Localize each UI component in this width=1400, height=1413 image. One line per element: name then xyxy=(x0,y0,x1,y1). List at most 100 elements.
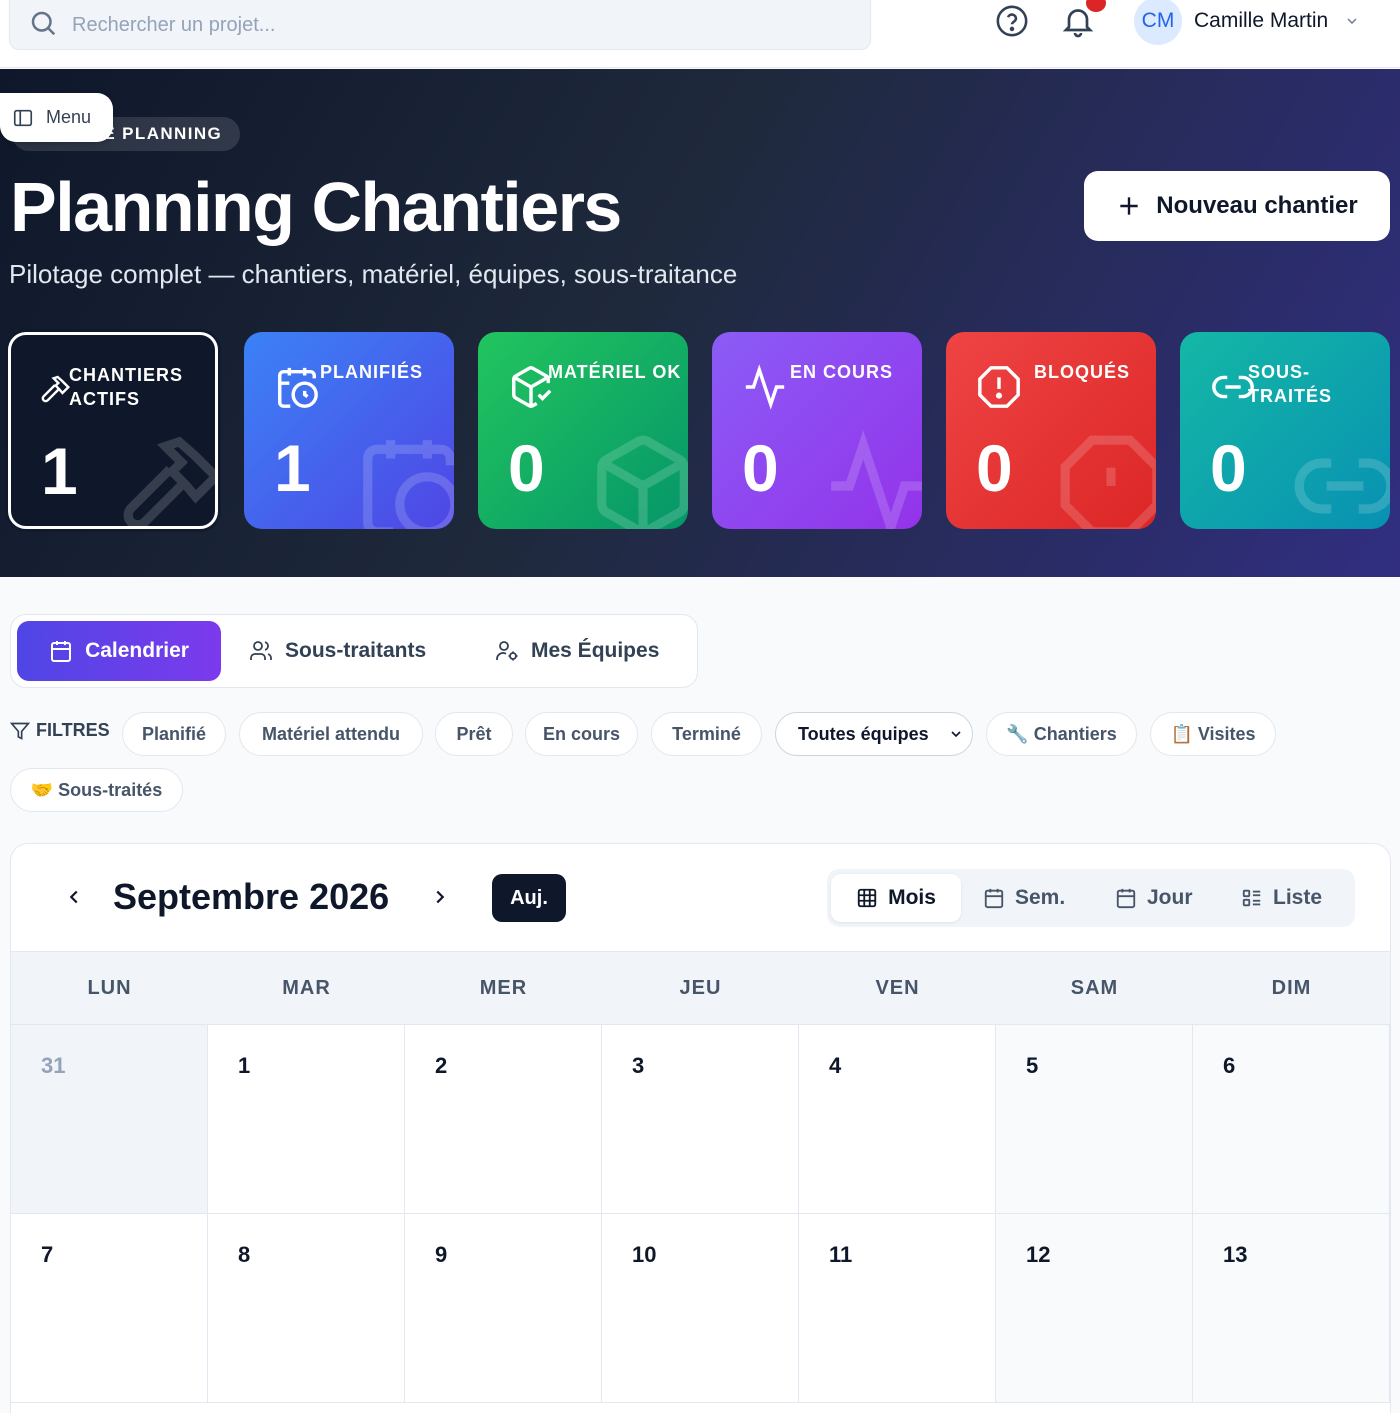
grid-icon xyxy=(857,888,877,908)
calendar-day-cell[interactable]: 8 xyxy=(208,1214,405,1403)
team-select[interactable]: Toutes équipes xyxy=(775,712,973,756)
user-cog-icon xyxy=(496,641,518,661)
stat-card-in-progress[interactable]: EN COURS 0 xyxy=(712,332,922,529)
calendar-day-cell[interactable]: 11 xyxy=(799,1214,996,1403)
view-day-button[interactable]: Jour xyxy=(1115,874,1193,922)
stat-card-planned[interactable]: PLANIFIÉS 1 xyxy=(244,332,454,529)
stat-value: 0 xyxy=(508,431,545,505)
tab-label: Mes Équipes xyxy=(531,639,660,662)
view-label: Jour xyxy=(1147,886,1193,909)
calendar-clock-icon xyxy=(278,367,318,408)
stat-label: PLANIFIÉS xyxy=(320,362,424,382)
stat-card-active[interactable]: CHANTIERS ACTIFS 1 xyxy=(8,332,218,529)
calendar-day-cell[interactable]: 7 xyxy=(11,1214,208,1403)
filters-text: FILTRES xyxy=(36,720,110,740)
package-icon xyxy=(597,435,688,529)
view-tabs: Calendrier Sous-traitants Mes Équipes xyxy=(10,614,698,688)
filter-chip-sites[interactable]: 🔧 Chantiers xyxy=(986,712,1137,756)
tab-calendar[interactable]: Calendrier xyxy=(17,621,221,681)
filter-icon xyxy=(10,722,30,740)
day-number: 6 xyxy=(1223,1053,1236,1078)
link-icon xyxy=(1294,458,1390,514)
menu-button[interactable]: Menu xyxy=(0,93,113,142)
month-title: Septembre 2026 xyxy=(113,876,390,917)
day-number: 8 xyxy=(238,1242,251,1267)
filter-chip-planned[interactable]: Planifié xyxy=(122,712,226,756)
weekday-label: VEN xyxy=(875,977,920,999)
calendar-day-cell[interactable]: 6 xyxy=(1193,1025,1390,1214)
page-subtitle: Pilotage complet — chantiers, matériel, … xyxy=(9,259,738,289)
calendar-day-cell[interactable]: 3 xyxy=(602,1025,799,1214)
calendar-clock-icon xyxy=(363,440,454,529)
calendar-icon xyxy=(51,641,72,662)
activity-icon xyxy=(745,364,785,410)
user-menu[interactable]: CM Camille Martin xyxy=(1134,0,1360,46)
hero-banner: MODULE PLANNING Menu Planning Chantiers … xyxy=(0,69,1400,577)
calendar-day-cell[interactable]: 12 xyxy=(996,1214,1193,1403)
calendar-day-cell[interactable]: 5 xyxy=(996,1025,1193,1214)
view-switcher: Mois Sem. Jour Liste xyxy=(827,869,1355,927)
view-week-button[interactable]: Sem. xyxy=(983,874,1065,922)
tab-label: Calendrier xyxy=(85,639,189,662)
calendar-icon xyxy=(984,888,1004,909)
users-icon xyxy=(250,641,272,660)
view-list-button[interactable]: Liste xyxy=(1241,874,1322,922)
filter-chip-material-pending[interactable]: Matériel attendu xyxy=(239,712,423,756)
filter-chip-subcontracted[interactable]: 🤝 Sous-traités xyxy=(10,768,183,812)
alert-octagon-icon xyxy=(978,366,1020,408)
stat-value: 1 xyxy=(41,434,78,508)
page-title: Planning Chantiers xyxy=(10,168,622,246)
calendar-day-cell[interactable]: 13 xyxy=(1193,1214,1390,1403)
calendar-day-cell[interactable]: 2 xyxy=(405,1025,602,1214)
weekday-label: DIM xyxy=(1271,977,1312,999)
calendar-day-cell[interactable]: 4 xyxy=(799,1025,996,1214)
day-number: 4 xyxy=(829,1053,842,1078)
filter-chip-done[interactable]: Terminé xyxy=(651,712,762,756)
calendar-day-cell[interactable]: 10 xyxy=(602,1214,799,1403)
day-number: 3 xyxy=(632,1053,645,1078)
day-number: 31 xyxy=(41,1053,66,1078)
filter-chip-ready[interactable]: Prêt xyxy=(435,712,513,756)
menu-label: Menu xyxy=(46,107,92,127)
tab-subcontractors[interactable]: Sous-traitants xyxy=(249,621,426,681)
calendar-day-cell[interactable]: 1 xyxy=(208,1025,405,1214)
calendar-day-cell[interactable]: 9 xyxy=(405,1214,602,1403)
chevron-down-icon xyxy=(951,731,961,738)
weekday-header: LUN MAR MER JEU VEN SAM DIM xyxy=(11,952,1390,1025)
help-button[interactable] xyxy=(995,4,1029,38)
search-input[interactable]: Rechercher un projet... xyxy=(72,14,275,37)
search-icon xyxy=(28,8,58,43)
top-bar: Rechercher un projet... CM Camille Marti… xyxy=(0,0,1400,68)
weekday-label: JEU xyxy=(679,977,722,999)
day-number: 1 xyxy=(238,1053,251,1078)
stat-value: 1 xyxy=(274,431,311,505)
view-label: Sem. xyxy=(1015,886,1066,909)
filter-chip-visits[interactable]: 📋 Visites xyxy=(1150,712,1276,756)
user-name: Camille Martin xyxy=(1194,9,1329,32)
chevron-right-icon[interactable] xyxy=(429,886,451,908)
view-month-button[interactable]: Mois xyxy=(831,874,961,922)
tab-teams[interactable]: Mes Équipes xyxy=(495,621,659,681)
day-number: 9 xyxy=(435,1242,448,1267)
hammer-icon xyxy=(123,436,215,526)
stat-card-blocked[interactable]: BLOQUÉS 0 xyxy=(946,332,1156,529)
weekday-label: MAR xyxy=(282,977,331,999)
calendar-day-cell[interactable]: 31 xyxy=(11,1025,208,1214)
day-number: 12 xyxy=(1026,1242,1051,1267)
today-button[interactable]: Auj. xyxy=(492,874,566,922)
team-select-value: Toutes équipes xyxy=(798,723,929,744)
day-number: 2 xyxy=(435,1053,448,1078)
stat-card-material-ok[interactable]: MATÉRIEL OK 0 xyxy=(478,332,688,529)
filter-chip-in-progress[interactable]: En cours xyxy=(525,712,638,756)
stat-value: 0 xyxy=(742,431,779,505)
search-bar[interactable]: Rechercher un projet... xyxy=(9,0,871,50)
view-label: Mois xyxy=(888,886,936,909)
sidebar-toggle-icon xyxy=(13,109,33,126)
day-number: 7 xyxy=(41,1242,54,1267)
stat-value: 0 xyxy=(976,431,1013,505)
chevron-left-icon[interactable] xyxy=(63,886,85,908)
weekday-label: SAM xyxy=(1070,977,1119,999)
stat-card-subcontracted[interactable]: SOUS-TRAITÉS 0 xyxy=(1180,332,1390,529)
weekday-label: MER xyxy=(479,977,528,999)
new-project-button[interactable]: Nouveau chantier xyxy=(1084,171,1390,241)
